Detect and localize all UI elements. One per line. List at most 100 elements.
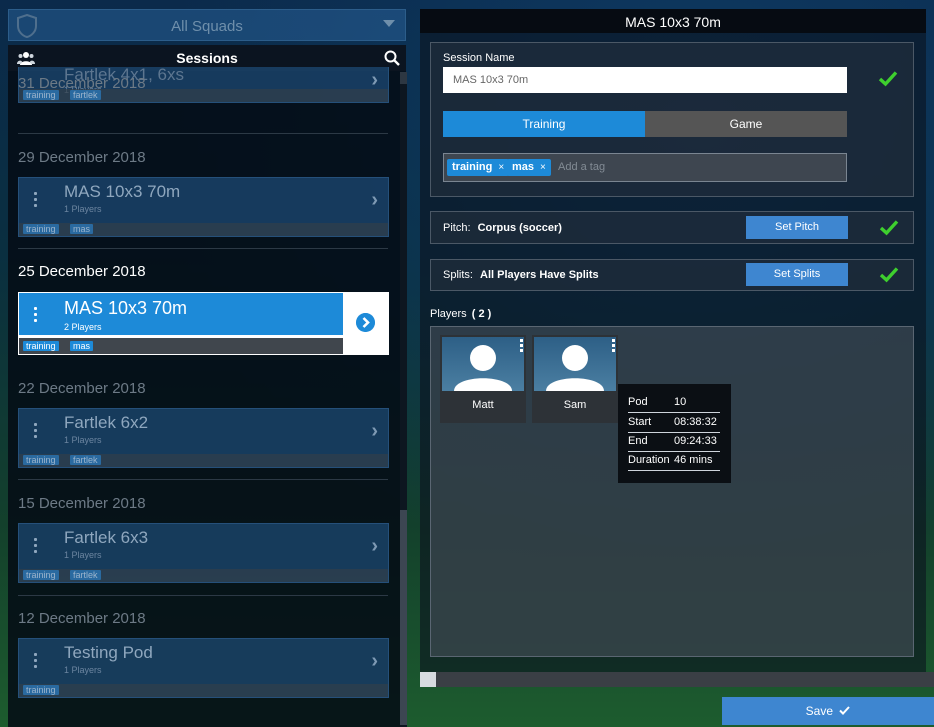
player-tooltip: Pod 10 Start 08:38:32 End 09:24:33 Durat…: [618, 384, 731, 483]
session-players-count: 1 Players: [64, 435, 102, 445]
session-card[interactable]: Testing Pod 1 Players › training: [18, 638, 389, 698]
divider: [18, 479, 388, 480]
sessions-title: Sessions: [176, 50, 238, 66]
tag: training: [23, 455, 59, 465]
tooltip-key: Pod: [628, 396, 648, 408]
chevron-right-icon[interactable]: ›: [371, 650, 378, 673]
tag: mas: [70, 224, 94, 234]
tag: mas: [70, 341, 94, 351]
player-card[interactable]: Matt: [440, 335, 526, 423]
chevron-down-icon[interactable]: [383, 20, 395, 27]
more-vertical-icon[interactable]: [34, 538, 38, 554]
checkmark-icon: [879, 267, 899, 283]
search-icon[interactable]: [384, 50, 400, 66]
set-pitch-button[interactable]: Set Pitch: [746, 216, 848, 239]
tag: training: [23, 341, 59, 351]
tag-row: training fartlek: [19, 569, 388, 582]
chevron-right-icon[interactable]: ›: [371, 535, 378, 558]
detail-title-bar: MAS 10x3 70m: [420, 9, 926, 33]
chevron-right-icon[interactable]: ›: [371, 189, 378, 212]
date-heading: 15 December 2018: [18, 495, 146, 512]
horizontal-scrollbar-thumb[interactable]: [420, 672, 436, 687]
tag: fartlek: [70, 455, 101, 465]
chevron-right-icon[interactable]: ›: [371, 420, 378, 443]
tag-row: training mas: [19, 338, 343, 354]
person-icon: [546, 345, 604, 391]
tag-chip-label: training: [452, 161, 493, 173]
session-name-input[interactable]: [443, 67, 847, 93]
horizontal-scrollbar[interactable]: [420, 672, 934, 687]
splits-row: Splits: All Players Have Splits Set Spli…: [430, 259, 914, 291]
divider: [18, 248, 388, 249]
divider: [18, 595, 388, 596]
tag: training: [23, 685, 59, 695]
type-training-button[interactable]: Training: [443, 111, 645, 137]
players-area: Matt Sam: [430, 326, 914, 657]
remove-tag-icon[interactable]: ×: [540, 162, 546, 173]
tooltip-key: Duration: [628, 454, 670, 466]
player-name: Sam: [563, 399, 587, 411]
tag-chip: mas ×: [507, 159, 551, 176]
session-title: Fartlek 6x3: [64, 528, 149, 547]
player-card[interactable]: Sam: [532, 335, 618, 423]
remove-tag-icon[interactable]: ×: [498, 162, 504, 173]
tag-row: training: [19, 684, 388, 697]
tag: training: [23, 570, 59, 580]
squad-selector[interactable]: All Squads: [8, 9, 406, 41]
session-card[interactable]: MAS 10x3 70m 1 Players › training mas: [18, 177, 389, 237]
splits-label: Splits:: [443, 269, 473, 281]
tooltip-value: 08:38:32: [674, 416, 717, 428]
more-vertical-icon[interactable]: [34, 307, 38, 323]
tag: training: [23, 224, 59, 234]
session-card[interactable]: Fartlek 6x3 1 Players › training fartlek: [18, 523, 389, 583]
more-vertical-icon[interactable]: [34, 192, 38, 208]
checkmark-icon: [879, 220, 899, 236]
tooltip-key: End: [628, 435, 648, 447]
tooltip-row: Pod 10: [628, 392, 720, 413]
tag-chip-label: mas: [512, 161, 535, 173]
tooltip-row: End 09:24:33: [628, 431, 720, 452]
chevron-right-circle-icon[interactable]: [356, 313, 375, 332]
checkmark-icon: [839, 706, 851, 715]
more-vertical-icon[interactable]: [34, 423, 38, 439]
session-title: MAS 10x3 70m: [64, 298, 188, 318]
tag-row: training fartlek: [19, 454, 388, 467]
add-tag-placeholder[interactable]: Add a tag: [558, 161, 605, 173]
splits-value: All Players Have Splits: [480, 269, 599, 281]
date-heading-active: 25 December 2018: [18, 263, 146, 280]
divider: [18, 133, 388, 134]
pitch-value: Corpus (soccer): [477, 222, 562, 234]
more-vertical-icon[interactable]: [34, 653, 38, 669]
session-name-label: Session Name: [443, 52, 515, 64]
tag-chip: training ×: [447, 159, 510, 176]
player-avatar: [534, 337, 616, 391]
more-vertical-icon[interactable]: [612, 339, 615, 354]
tooltip-key: Start: [628, 416, 652, 428]
more-vertical-icon[interactable]: [520, 339, 523, 354]
tag: fartlek: [70, 570, 101, 580]
pitch-label: Pitch:: [443, 222, 471, 234]
session-card-selected[interactable]: MAS 10x3 70m 2 Players training mas: [18, 292, 389, 355]
tag-row: training mas: [19, 223, 388, 236]
save-button[interactable]: Save: [722, 697, 934, 725]
date-heading: 29 December 2018: [18, 149, 146, 166]
scroll-up-arrow[interactable]: [400, 72, 407, 84]
date-heading: 12 December 2018: [18, 610, 146, 627]
detail-title: MAS 10x3 70m: [625, 14, 721, 30]
players-label: Players: [430, 308, 467, 320]
pitch-info: Pitch: Corpus (soccer): [443, 222, 562, 234]
scrollbar-thumb[interactable]: [400, 510, 407, 725]
tag-input[interactable]: training × mas × Add a tag: [443, 153, 847, 182]
type-game-button[interactable]: Game: [645, 111, 847, 137]
splits-info: Splits: All Players Have Splits: [443, 269, 599, 281]
checkmark-icon: [878, 71, 898, 87]
player-avatar: [442, 337, 524, 391]
session-title: Fartlek 6x2: [64, 413, 149, 432]
tooltip-value: 09:24:33: [674, 435, 717, 447]
session-card[interactable]: Fartlek 6x2 1 Players › training fartlek: [18, 408, 389, 468]
set-splits-button[interactable]: Set Splits: [746, 263, 848, 286]
session-players-count: 1 Players: [64, 665, 102, 675]
session-detail-panel: MAS 10x3 70m Session Name Training Game …: [420, 9, 926, 677]
tooltip-value: 10: [674, 396, 687, 408]
players-count: ( 2 ): [471, 308, 492, 320]
